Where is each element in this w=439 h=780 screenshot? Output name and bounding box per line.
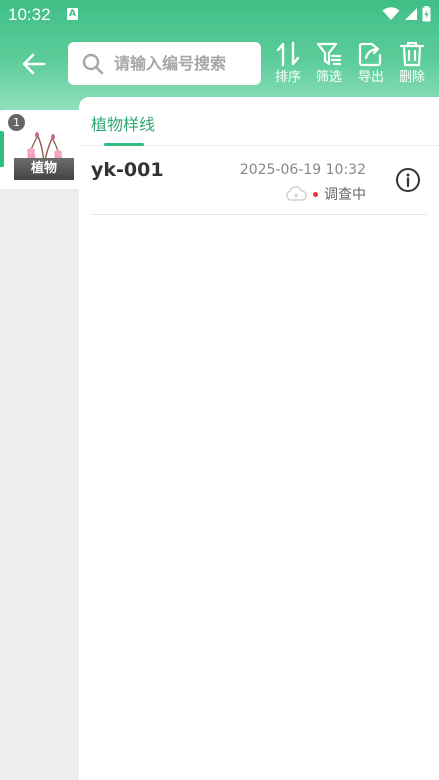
selected-indicator <box>0 131 4 167</box>
system-icons <box>382 6 431 22</box>
sort-button[interactable]: 排序 <box>271 40 305 88</box>
category-item-plant[interactable]: 1 植物 <box>0 110 79 189</box>
record-list-panel: 植物样线 yk-001 2025-06-19 10:32 调查中 <box>79 97 439 780</box>
cloud-icon <box>285 186 307 202</box>
sort-label: 排序 <box>274 70 301 85</box>
status-bar: 10:32 A <box>0 0 439 30</box>
wifi-icon <box>382 7 400 20</box>
back-button[interactable] <box>18 50 50 78</box>
delete-icon <box>399 41 425 67</box>
category-sidebar: 1 植物 <box>0 110 79 780</box>
record-id: yk-001 <box>91 159 164 181</box>
export-button[interactable]: 导出 <box>354 40 388 88</box>
search-input[interactable] <box>114 54 254 73</box>
export-label: 导出 <box>357 70 384 85</box>
app-header: 10:32 A 请输入编号搜索 排序 筛选 导出 删除 <box>0 0 439 110</box>
record-item[interactable]: yk-001 2025-06-19 10:32 调查中 <box>91 147 427 215</box>
export-icon <box>358 42 382 67</box>
record-status: 调查中 <box>324 187 366 203</box>
filter-label: 筛选 <box>315 70 342 85</box>
sort-icon <box>276 41 300 67</box>
tab-plant-transect[interactable]: 植物样线 <box>91 111 155 135</box>
tab-bar: 植物样线 <box>79 97 439 146</box>
status-dot <box>313 191 318 197</box>
delete-label: 删除 <box>398 70 425 85</box>
notification-icon: A <box>67 8 78 20</box>
search-box[interactable] <box>68 42 261 85</box>
battery-charging-icon <box>422 6 431 22</box>
filter-button[interactable]: 筛选 <box>312 40 346 88</box>
search-icon <box>82 53 104 75</box>
arrow-left-icon <box>22 53 46 75</box>
plant-image <box>26 132 64 169</box>
delete-button[interactable]: 删除 <box>395 40 429 88</box>
status-time: 10:32 <box>8 5 51 24</box>
record-status-row: 调查中 <box>285 184 366 204</box>
filter-icon <box>316 42 342 66</box>
active-tab-indicator <box>104 143 144 146</box>
info-button[interactable] <box>395 167 421 193</box>
info-icon <box>396 168 420 192</box>
signal-icon <box>405 8 417 20</box>
record-datetime: 2025-06-19 10:32 <box>239 162 366 178</box>
category-label: 植物 <box>14 158 74 180</box>
